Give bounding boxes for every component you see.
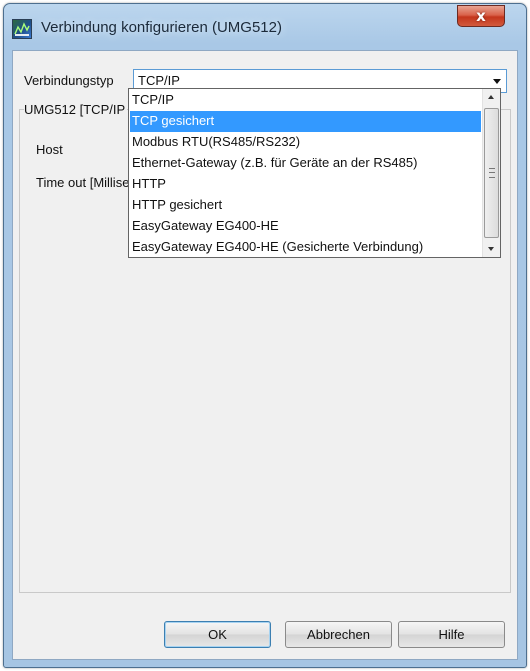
timeout-label: Time out [Millise (36, 175, 130, 190)
close-icon: x (476, 7, 486, 25)
grip-icon (489, 168, 495, 178)
dropdown-option-http-gesichert[interactable]: HTTP gesichert (130, 195, 481, 216)
dropdown-option-modbus-rtu[interactable]: Modbus RTU(RS485/RS232) (130, 132, 481, 153)
chevron-down-icon[interactable] (493, 79, 501, 84)
title-bar[interactable]: Verbindung konfigurieren (UMG512) x (4, 4, 526, 50)
connection-type-dropdown-list[interactable]: TCP/IP TCP gesichert Modbus RTU(RS485/RS… (128, 88, 501, 258)
dropdown-option-tcp-gesichert[interactable]: TCP gesichert (130, 111, 481, 132)
dropdown-option-http[interactable]: HTTP (130, 174, 481, 195)
dropdown-scrollbar[interactable] (482, 89, 500, 257)
help-button[interactable]: Hilfe (398, 621, 505, 648)
connection-type-value: TCP/IP (138, 73, 180, 88)
scrollbar-thumb[interactable] (484, 108, 499, 238)
dropdown-option-easygateway-secure[interactable]: EasyGateway EG400-HE (Gesicherte Verbind… (130, 237, 481, 257)
scroll-down-arrow-icon[interactable] (483, 240, 500, 257)
dropdown-option-ethernet-gateway[interactable]: Ethernet-Gateway (z.B. für Geräte an der… (130, 153, 481, 174)
ok-button[interactable]: OK (164, 621, 271, 648)
connection-type-label: Verbindungstyp (24, 73, 114, 88)
group-title: UMG512 [TCP/IP (24, 102, 128, 117)
close-button[interactable]: x (457, 5, 505, 27)
dropdown-option-easygateway[interactable]: EasyGateway EG400-HE (130, 216, 481, 237)
cancel-button[interactable]: Abbrechen (285, 621, 392, 648)
host-label: Host (36, 142, 63, 157)
app-icon[interactable] (12, 19, 32, 39)
window-title: Verbindung konfigurieren (UMG512) (41, 19, 282, 36)
dropdown-option-tcp-ip[interactable]: TCP/IP (130, 90, 481, 111)
scroll-up-arrow-icon[interactable] (483, 89, 500, 106)
